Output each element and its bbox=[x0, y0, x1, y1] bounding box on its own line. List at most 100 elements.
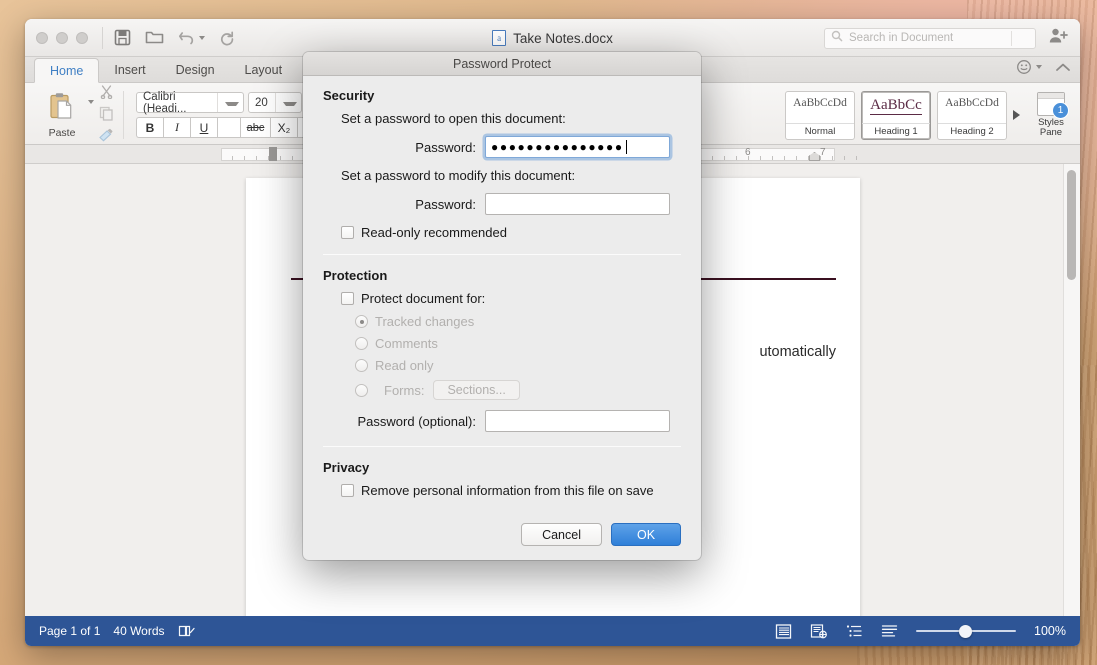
web-layout-icon[interactable] bbox=[810, 623, 828, 639]
subscript-button[interactable]: X₂ bbox=[270, 117, 297, 138]
minimize-button[interactable] bbox=[56, 31, 68, 44]
modify-password-input[interactable] bbox=[485, 193, 670, 215]
title-bar-right-controls: Search in Document bbox=[824, 19, 1068, 57]
save-icon[interactable] bbox=[114, 29, 131, 46]
smiley-icon[interactable] bbox=[1016, 59, 1042, 75]
page-indicator[interactable]: Page 1 of 1 bbox=[39, 624, 100, 638]
open-password-description: Set a password to open this document: bbox=[341, 111, 566, 126]
font-row-top: Calibri (Headi... 20 bbox=[136, 91, 320, 115]
modify-password-label: Password: bbox=[415, 196, 476, 212]
bold-button[interactable]: B bbox=[136, 117, 163, 138]
left-indent-marker[interactable] bbox=[269, 147, 277, 161]
styles-pane-icon: 1 bbox=[1037, 91, 1069, 119]
style-heading-2-preview: AaBbCcDd bbox=[945, 96, 999, 109]
search-input[interactable]: Search in Document bbox=[824, 27, 1036, 49]
tab-home[interactable]: Home bbox=[34, 58, 100, 83]
style-heading-1-label: Heading 1 bbox=[862, 122, 930, 139]
readonly-recommended-checkbox[interactable] bbox=[341, 226, 354, 239]
draft-icon[interactable] bbox=[881, 624, 898, 638]
vertical-scrollbar-track[interactable] bbox=[1063, 164, 1080, 616]
collapse-ribbon-icon[interactable] bbox=[1055, 62, 1071, 73]
styles-pane-label: Styles Pane bbox=[1038, 116, 1064, 138]
clipboard-actions bbox=[98, 84, 114, 147]
modify-password-description: Set a password to modify this document: bbox=[341, 168, 576, 183]
open-password-input[interactable]: ●●●●●●●●●●●●●●● bbox=[485, 136, 670, 158]
strikethrough-button[interactable]: abc bbox=[240, 117, 270, 138]
paste-button[interactable]: Paste bbox=[40, 92, 84, 139]
underline-button[interactable]: U bbox=[190, 117, 217, 138]
copy-icon[interactable] bbox=[99, 106, 114, 126]
undo-icon[interactable] bbox=[178, 30, 205, 45]
ok-button[interactable]: OK bbox=[611, 523, 681, 546]
read-only-radio bbox=[355, 359, 368, 372]
underline-dropdown-icon[interactable] bbox=[217, 117, 240, 138]
readonly-recommended-row[interactable]: Read-only recommended bbox=[323, 225, 681, 240]
comments-radio bbox=[355, 337, 368, 350]
styles-pane-button[interactable]: 1 Styles Pane bbox=[1030, 91, 1072, 139]
forms-label: Forms: bbox=[384, 382, 425, 398]
style-heading-2[interactable]: AaBbCcDd Heading 2 bbox=[937, 90, 1007, 140]
remove-personal-info-checkbox[interactable] bbox=[341, 484, 354, 497]
clipboard-group: Paste bbox=[33, 84, 121, 147]
option-read-only: Read only bbox=[323, 358, 681, 373]
dialog-body: Security Set a password to open this doc… bbox=[303, 76, 701, 523]
style-heading-1-preview: AaBbCc bbox=[870, 97, 922, 115]
print-layout-icon[interactable] bbox=[775, 623, 792, 639]
cut-icon[interactable] bbox=[99, 84, 114, 104]
font-controls: Calibri (Headi... 20 B I U abc X₂ X bbox=[136, 91, 320, 138]
close-button[interactable] bbox=[36, 31, 48, 44]
protect-document-label: Protect document for: bbox=[361, 291, 486, 306]
zoom-level[interactable]: 100% bbox=[1034, 624, 1066, 638]
tab-design[interactable]: Design bbox=[161, 57, 230, 82]
add-person-icon[interactable] bbox=[1048, 27, 1068, 50]
outline-icon[interactable] bbox=[846, 624, 863, 638]
tab-insert[interactable]: Insert bbox=[99, 57, 160, 82]
optional-password-input[interactable] bbox=[485, 410, 670, 432]
tab-layout[interactable]: Layout bbox=[230, 57, 298, 82]
open-password-description-row: Set a password to open this document: bbox=[323, 111, 681, 126]
open-password-label: Password: bbox=[415, 139, 476, 155]
search-icon bbox=[831, 29, 843, 47]
style-heading-1[interactable]: AaBbCc Heading 1 bbox=[861, 90, 931, 140]
protect-document-row[interactable]: Protect document for: bbox=[323, 291, 681, 306]
privacy-heading: Privacy bbox=[323, 460, 370, 475]
cancel-button[interactable]: Cancel bbox=[521, 523, 602, 546]
style-normal[interactable]: AaBbCcDd Normal bbox=[785, 90, 855, 140]
zoom-slider-knob[interactable] bbox=[959, 624, 973, 638]
style-normal-preview: AaBbCcDd bbox=[793, 96, 847, 109]
zoom-slider[interactable] bbox=[916, 624, 1017, 638]
format-painter-icon[interactable] bbox=[98, 128, 114, 147]
font-size-combo[interactable]: 20 bbox=[248, 92, 302, 113]
paste-dropdown-icon[interactable] bbox=[84, 100, 94, 104]
text-caret bbox=[625, 140, 627, 154]
protect-document-checkbox[interactable] bbox=[341, 292, 354, 305]
paste-label: Paste bbox=[48, 126, 76, 139]
toolbar-divider bbox=[102, 26, 103, 49]
italic-button[interactable]: I bbox=[163, 117, 190, 138]
password-protect-dialog: Password Protect Security Set a password… bbox=[303, 52, 701, 560]
styles-gallery-next-icon[interactable] bbox=[1013, 110, 1020, 120]
proofing-icon[interactable] bbox=[178, 624, 196, 638]
ribbon-separator bbox=[123, 91, 124, 139]
word-count[interactable]: 40 Words bbox=[113, 624, 164, 638]
open-password-value: ●●●●●●●●●●●●●●● bbox=[491, 140, 624, 154]
remove-personal-info-row[interactable]: Remove personal information from this fi… bbox=[323, 483, 681, 498]
option-comments: Comments bbox=[323, 336, 681, 351]
security-heading: Security bbox=[323, 88, 375, 103]
font-name-dropdown-icon[interactable] bbox=[217, 93, 239, 112]
font-name-combo[interactable]: Calibri (Headi... bbox=[136, 91, 244, 115]
option-tracked-changes: Tracked changes bbox=[323, 314, 681, 329]
sections-button: Sections... bbox=[433, 380, 520, 400]
modify-password-row: Password: bbox=[323, 193, 681, 215]
open-folder-icon[interactable] bbox=[145, 29, 164, 46]
vertical-scrollbar-thumb[interactable] bbox=[1067, 170, 1076, 280]
search-divider bbox=[1011, 30, 1012, 46]
redo-icon[interactable] bbox=[219, 30, 235, 46]
font-row-bottom: B I U abc X₂ X bbox=[136, 117, 320, 138]
status-bar: Page 1 of 1 40 Words 100% bbox=[25, 616, 1080, 646]
status-bar-left: Page 1 of 1 40 Words bbox=[39, 624, 196, 638]
zoom-button[interactable] bbox=[76, 31, 88, 44]
dialog-title-bar: Password Protect bbox=[303, 52, 701, 76]
document-title-text: Take Notes.docx bbox=[513, 30, 613, 46]
font-size-dropdown-icon[interactable] bbox=[275, 93, 297, 112]
